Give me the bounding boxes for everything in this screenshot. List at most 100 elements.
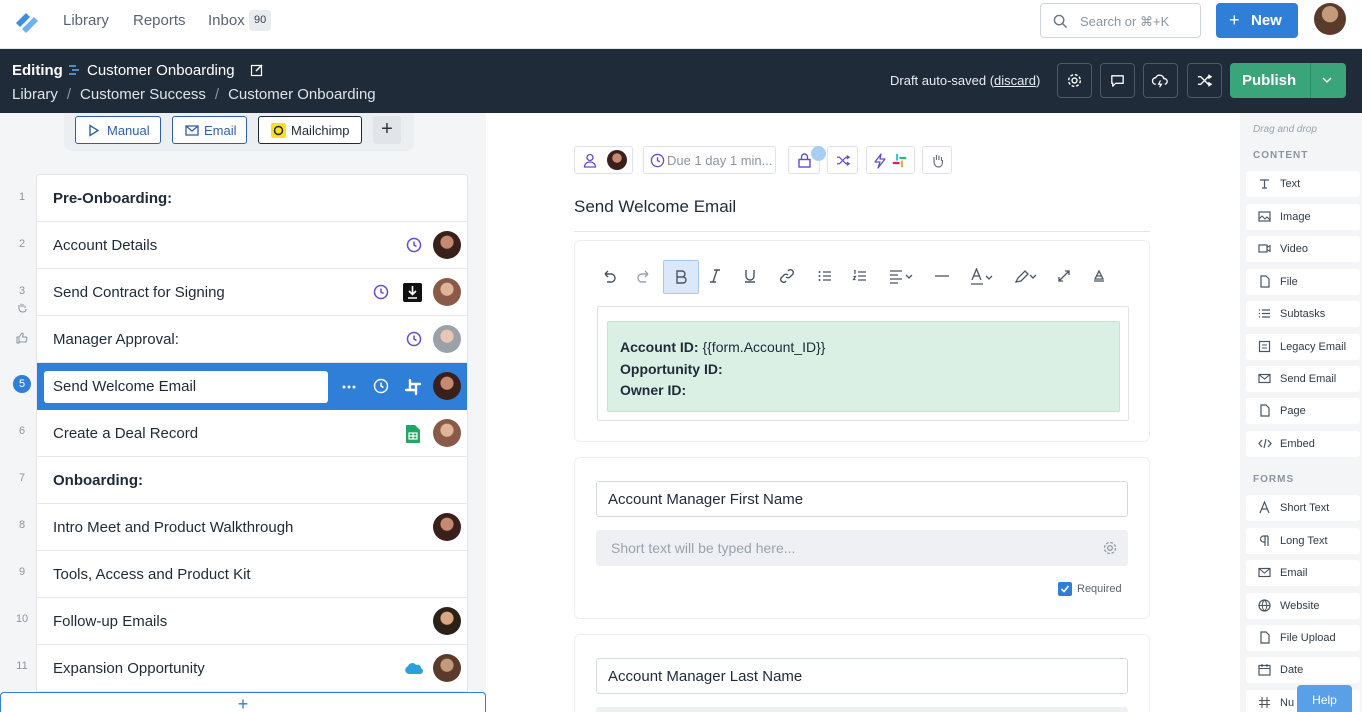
task-row[interactable]: Follow-up Emails xyxy=(37,598,467,645)
widget-file[interactable]: File xyxy=(1246,269,1360,295)
assign-button[interactable] xyxy=(574,146,633,174)
widget-image[interactable]: Image xyxy=(1246,204,1360,230)
publish-button[interactable]: Publish xyxy=(1230,63,1346,98)
trigger-mailchimp-label: Mailchimp xyxy=(291,123,350,138)
user-icon xyxy=(583,153,597,168)
task-row[interactable]: Account Details xyxy=(37,222,467,269)
italic-icon xyxy=(710,269,720,283)
app-logo-icon[interactable] xyxy=(12,6,42,36)
assignee-avatar[interactable] xyxy=(433,654,461,682)
edit-title-icon[interactable] xyxy=(250,63,264,77)
search-input[interactable]: Search or ⌘+K xyxy=(1040,3,1201,38)
stop-task-button[interactable] xyxy=(922,146,952,174)
step-logic-button[interactable] xyxy=(827,146,858,174)
breadcrumb-customer-onboarding[interactable]: Customer Onboarding xyxy=(228,86,376,103)
field-preview[interactable]: Short text will be typed here... xyxy=(596,530,1128,566)
settings-button[interactable] xyxy=(1057,63,1092,98)
breadcrumb-customer-success[interactable]: Customer Success xyxy=(80,86,206,103)
assignee-avatar[interactable] xyxy=(433,513,461,541)
trigger-mailchimp[interactable]: Mailchimp xyxy=(258,116,362,144)
title-divider xyxy=(574,231,1150,232)
assignee-avatar[interactable] xyxy=(433,372,461,400)
widget-video[interactable]: Video xyxy=(1246,236,1360,262)
widget-website[interactable]: Website xyxy=(1246,593,1360,619)
help-button[interactable]: Help xyxy=(1297,685,1352,712)
widget-legacy-email[interactable]: Legacy Email xyxy=(1246,334,1360,360)
task-row[interactable]: Pre-Onboarding: xyxy=(37,175,467,222)
insert-variable-button[interactable] xyxy=(1082,260,1118,294)
bolt-icon xyxy=(874,153,886,169)
task-row[interactable]: Onboarding: xyxy=(37,457,467,504)
widget-email[interactable]: Email xyxy=(1246,560,1360,586)
discard-link[interactable]: discard xyxy=(994,73,1036,88)
field-label-input[interactable]: Account Manager First Name xyxy=(596,481,1128,517)
automations-button[interactable] xyxy=(1143,63,1178,98)
text-color-button[interactable] xyxy=(961,260,1005,294)
checkbox-checked[interactable] xyxy=(1058,582,1072,596)
step-title[interactable]: Send Welcome Email xyxy=(574,197,736,217)
bullet-list-button[interactable] xyxy=(808,260,844,294)
undo-button[interactable] xyxy=(592,260,628,294)
content-key: Account ID: xyxy=(620,339,699,355)
assignee-avatar[interactable] xyxy=(433,325,461,353)
breadcrumb-library[interactable]: Library xyxy=(12,86,58,103)
new-button[interactable]: + New xyxy=(1216,3,1298,38)
widget-embed[interactable]: Embed xyxy=(1246,431,1360,457)
video-icon xyxy=(1258,244,1271,253)
widget-long-text[interactable]: Long Text xyxy=(1246,528,1360,554)
due-date-button[interactable]: Due 1 day 1 min... xyxy=(643,146,776,174)
rich-text-editor[interactable]: Account ID: {{form.Account_ID}} Opportun… xyxy=(597,306,1129,421)
field-preview[interactable] xyxy=(596,707,1128,712)
task-row[interactable]: Expansion Opportunity xyxy=(37,645,467,692)
nav-library[interactable]: Library xyxy=(63,12,109,29)
clear-format-button[interactable] xyxy=(1047,260,1083,294)
drag-hint: Drag and drop xyxy=(1253,124,1317,135)
chevron-down-icon[interactable] xyxy=(1321,75,1333,85)
highlight-button[interactable] xyxy=(1005,260,1049,294)
callout-block[interactable]: Account ID: {{form.Account_ID}} Opportun… xyxy=(607,321,1120,412)
divider-button[interactable] xyxy=(925,260,961,294)
gear-icon[interactable] xyxy=(1102,540,1118,556)
add-trigger-button[interactable]: + xyxy=(373,116,401,144)
widget-file-upload[interactable]: File Upload xyxy=(1246,625,1360,651)
search-placeholder: Search or ⌘+K xyxy=(1080,14,1170,29)
widget-label: Short Text xyxy=(1280,502,1330,514)
task-row[interactable]: Tools, Access and Product Kit xyxy=(37,551,467,598)
conditional-logic-button[interactable] xyxy=(1187,63,1222,98)
redo-button[interactable] xyxy=(627,260,663,294)
trigger-manual[interactable]: Manual xyxy=(75,116,161,144)
field-label-input[interactable]: Account Manager Last Name xyxy=(596,658,1128,694)
align-button[interactable] xyxy=(880,260,924,294)
slack-icon xyxy=(892,153,907,168)
trigger-email[interactable]: Email xyxy=(172,116,247,144)
widget-short-text[interactable]: Short Text xyxy=(1246,495,1360,521)
numbered-list-button[interactable] xyxy=(843,260,879,294)
more-icon[interactable] xyxy=(342,385,356,389)
assignee-avatar[interactable] xyxy=(433,231,461,259)
nav-reports[interactable]: Reports xyxy=(133,12,186,29)
task-row[interactable]: Intro Meet and Product Walkthrough xyxy=(37,504,467,551)
widget-page[interactable]: Page xyxy=(1246,398,1360,424)
checklist-icon xyxy=(1259,309,1270,318)
add-task-button[interactable]: + xyxy=(0,692,486,712)
task-row[interactable]: Manager Approval: xyxy=(37,316,467,363)
task-row-selected[interactable]: Send Welcome Email xyxy=(37,363,467,410)
user-avatar[interactable] xyxy=(1314,3,1346,35)
link-button[interactable] xyxy=(770,260,806,294)
assignee-avatar[interactable] xyxy=(433,278,461,306)
comments-button[interactable] xyxy=(1100,63,1135,98)
task-row[interactable]: Create a Deal Record xyxy=(37,410,467,457)
widget-send-email[interactable]: Send Email xyxy=(1246,366,1360,392)
widget-subtasks[interactable]: Subtasks xyxy=(1246,301,1360,327)
assignee-avatar[interactable] xyxy=(433,419,461,447)
underline-button[interactable] xyxy=(733,260,769,294)
nav-inbox[interactable]: Inbox xyxy=(208,12,245,29)
step-automations-button[interactable] xyxy=(866,146,915,174)
bold-button[interactable] xyxy=(663,260,699,294)
widget-date[interactable]: Date xyxy=(1246,657,1360,683)
italic-button[interactable] xyxy=(698,260,734,294)
widget-text[interactable]: Text xyxy=(1246,171,1360,197)
task-panel: Manual Email Mailchimp + 1 2 3 5 6 7 8 9… xyxy=(0,113,486,712)
assignee-avatar[interactable] xyxy=(433,607,461,635)
task-row[interactable]: Send Contract for Signing xyxy=(37,269,467,316)
